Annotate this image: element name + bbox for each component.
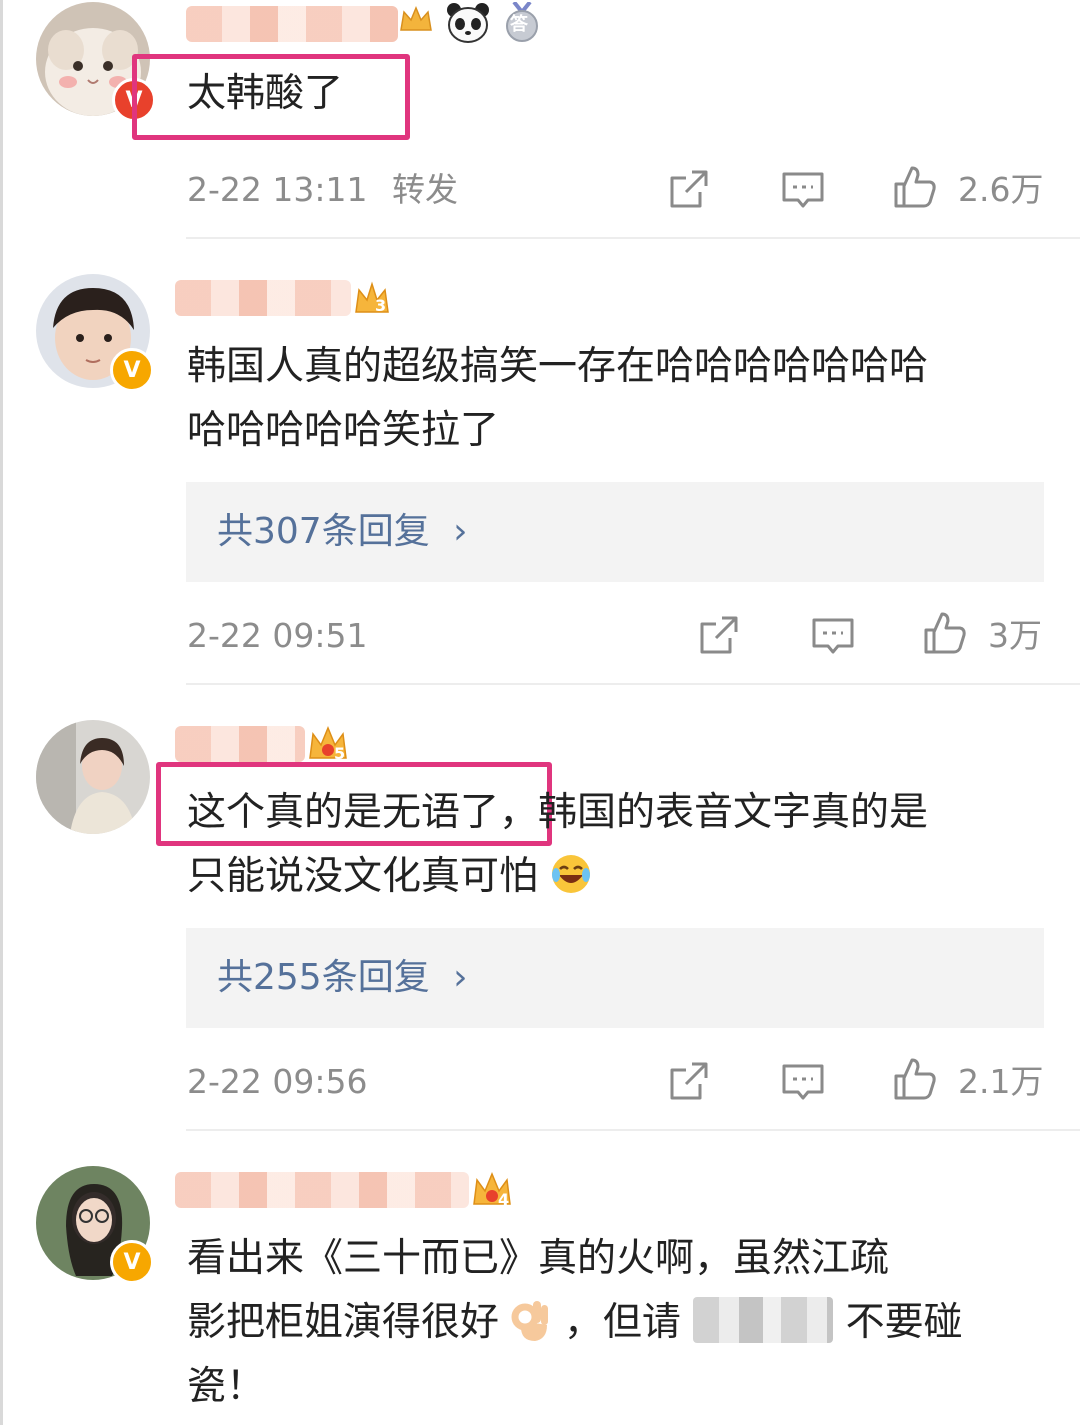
ok-hand-emoji [511,1301,549,1341]
comment-line: 只能说没文化真可怕 [187,854,539,899]
comment-item: V 答 太韩酸了 2-22 13:11 转发 2.6万 [0,0,1080,240]
replies-count-label: 共307条回复 › [217,509,468,555]
crown-level-icon: 3 [352,276,392,320]
username-blurred[interactable] [175,280,351,316]
replies-text: 共307条回复 [217,511,430,552]
timestamp: 2-22 09:56 [187,1062,368,1101]
comment-line: 哈哈哈哈哈笑拉了 [187,408,500,453]
share-icon[interactable] [696,612,742,658]
share-icon[interactable] [666,166,712,212]
timestamp: 2-22 09:51 [187,616,368,655]
comment-item: V 4 看出来《三十而已》真的火啊，虽然江疏 影把柜姐演得很好 ，但请 不要碰 … [0,1132,1080,1425]
medal-label: 答 [510,14,528,35]
comment-icon[interactable] [780,1058,826,1104]
comment-item: 5 这个真的是无语了，韩国的表音文字真的是 只能说没文化真可怕 共255条回复 … [0,686,1080,1132]
comment-meta: 2-22 09:56 [187,1062,368,1102]
forward-link[interactable]: 转发 [392,170,458,209]
comment-line: 瓷！ [187,1364,266,1409]
comment-line: 看出来《三十而已》真的火啊，虽然江疏 [187,1236,890,1281]
comment-meta: 2-22 13:11 转发 [187,170,458,210]
username-blurred[interactable] [186,6,398,42]
thumbs-up-icon[interactable] [892,164,938,210]
thumbs-up-icon[interactable] [892,1056,938,1102]
comment-line: 韩国人真的超级搞笑一存在哈哈哈哈哈哈哈 [187,344,929,389]
crown-level: 4 [498,1190,510,1209]
comment-line: 太韩酸了 [187,71,344,116]
comment-text: 这个真的是无语了，韩国的表音文字真的是 只能说没文化真可怕 [187,781,928,909]
comment-text: 韩国人真的超级搞笑一存在哈哈哈哈哈哈哈 哈哈哈哈哈笑拉了 [187,335,928,463]
panda-emoji [447,3,489,43]
crown-icon [400,6,432,31]
comment-icon[interactable] [780,166,826,212]
comment-text: 太韩酸了 [187,62,343,126]
thumbs-up-icon[interactable] [922,610,968,656]
divider [186,1129,1080,1131]
like-count: 2.6万 [958,170,1044,209]
divider [186,683,1080,685]
timestamp: 2-22 13:11 [187,170,368,209]
comment-line-with-emoji: 影把柜姐演得很好 ，但请 不要碰 [187,1291,963,1355]
username-blurred[interactable] [175,726,305,762]
username-blurred[interactable] [175,1172,469,1208]
replies-link[interactable]: 共307条回复 › [186,482,1044,582]
medal-icon: 答 [502,2,542,42]
share-icon[interactable] [666,1058,712,1104]
chevron-right-icon: › [453,957,468,998]
like-count: 2.1万 [958,1062,1044,1101]
avatar[interactable] [36,720,150,834]
laughing-crying-emoji [552,855,591,893]
comment-icon[interactable] [810,612,856,658]
comment-line: 这个真的是无语了，韩国的表音文字真的是 [187,790,929,835]
comment-text: 看出来《三十而已》真的火啊，虽然江疏 影把柜姐演得很好 ，但请 不要碰 瓷！ [187,1227,963,1419]
divider [186,237,1080,239]
comment-line: 不要碰 [845,1300,963,1345]
comment-item: V 3 韩国人真的超级搞笑一存在哈哈哈哈哈哈哈 哈哈哈哈哈笑拉了 共307条回复… [0,240,1080,686]
crown-level: 3 [375,296,387,315]
replies-text: 共255条回复 [217,957,430,998]
chevron-right-icon: › [453,511,468,552]
verified-badge-icon: V [110,1240,154,1284]
crown-level-icon: 4 [470,1166,514,1212]
replies-count-label: 共255条回复 › [217,955,468,1001]
comment-line-with-emoji: 只能说没文化真可怕 [187,845,928,909]
verified-badge-icon: V [110,348,154,392]
like-count: 3万 [988,616,1042,655]
censored-name-blur [693,1297,834,1343]
crown-level-icon: 5 [306,720,350,766]
replies-link[interactable]: 共255条回复 › [186,928,1044,1028]
comment-meta: 2-22 09:51 [187,616,368,656]
comment-line: 影把柜姐演得很好 [187,1300,500,1345]
crown-level: 5 [334,744,346,763]
comment-line: ，但请 [563,1300,681,1345]
